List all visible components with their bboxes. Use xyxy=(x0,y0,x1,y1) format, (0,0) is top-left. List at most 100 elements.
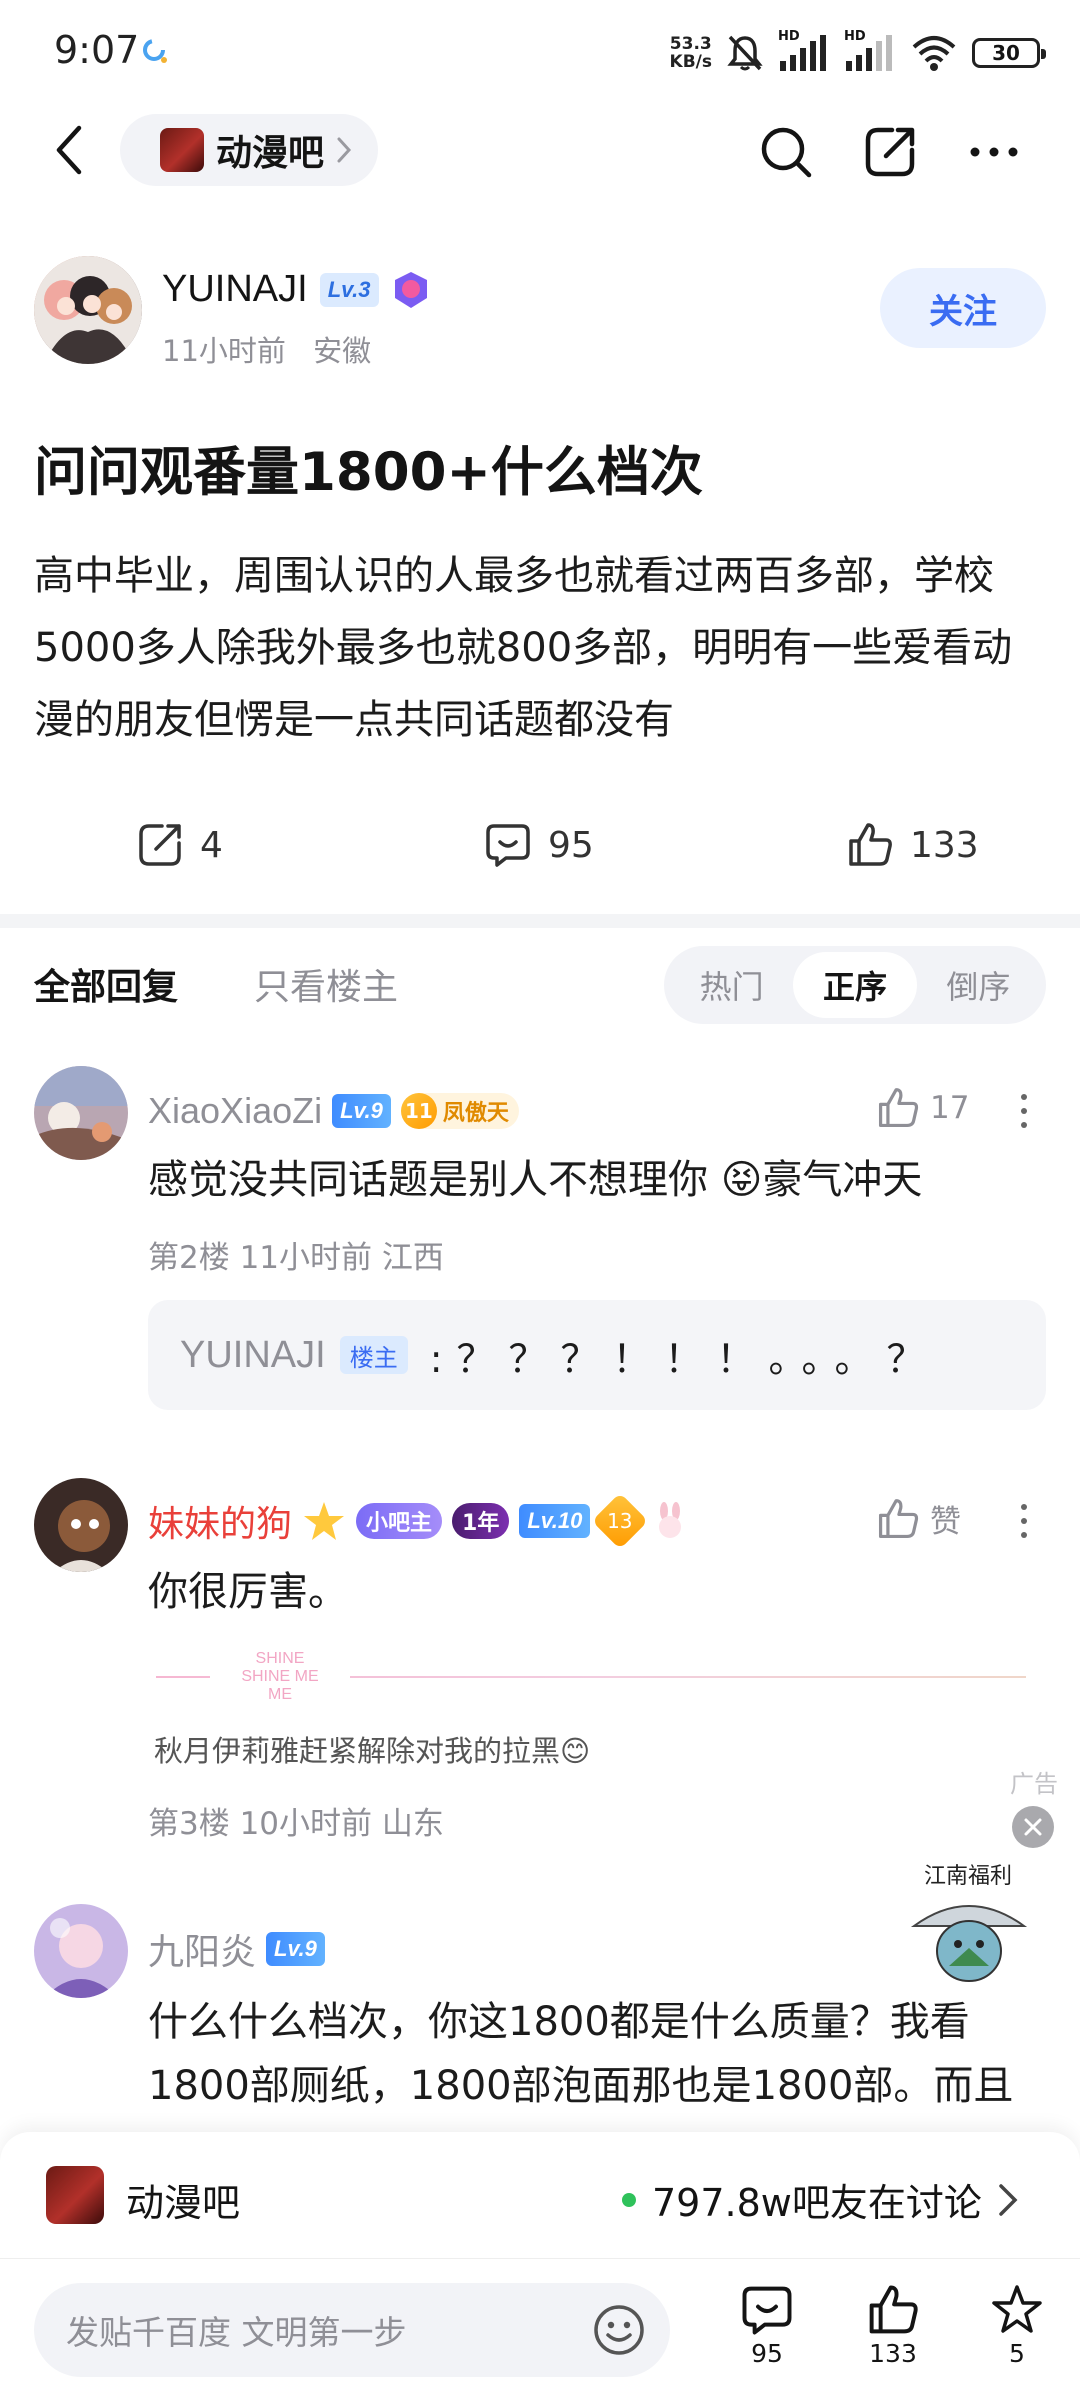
bottom-favorite-count: 5 xyxy=(1009,2339,1025,2368)
comment-input-placeholder: 发贴千百度 文明第一步 xyxy=(66,2313,407,2352)
year-badge: 1年 xyxy=(452,1503,510,1539)
reply-text: :？？？！！！。。。？ xyxy=(429,1336,939,1381)
online-dot-icon xyxy=(622,2192,636,2207)
star-icon xyxy=(304,1502,345,1540)
comment-meta: 第3楼 10小时前 山东 xyxy=(148,1806,444,1842)
mute-icon xyxy=(727,35,763,71)
commenter-name[interactable]: XiaoXiaoZi xyxy=(148,1090,322,1132)
share-button[interactable] xyxy=(860,122,920,182)
chevron-right-icon xyxy=(337,137,352,163)
fan-badge: 11 凤傲天 xyxy=(400,1093,519,1129)
ad-caption: 江南福利 xyxy=(924,1864,1013,1889)
avatar-image xyxy=(34,1066,128,1160)
author-row: YUINAJI Lv.3 xyxy=(162,268,431,311)
comment-more-button[interactable] xyxy=(1014,1496,1034,1546)
member-badge-icon xyxy=(394,271,427,308)
emoji-icon[interactable] xyxy=(592,2303,646,2357)
comment-avatar[interactable] xyxy=(34,1478,128,1572)
close-icon xyxy=(1024,1818,1042,1836)
author-name[interactable]: YUINAJI xyxy=(162,268,308,311)
post-actions: 4 95 133 xyxy=(0,810,1080,880)
comment-text: 什么什么档次，你这1800都是什么质量？我看 1800部厕纸，1800部泡面那也… xyxy=(148,1999,1014,2109)
ad-close-button[interactable] xyxy=(1012,1806,1054,1848)
tab-op-only[interactable]: 只看楼主 xyxy=(254,958,398,1010)
forum-bar[interactable]: 动漫吧 797.8w吧友在讨论 xyxy=(0,2132,1080,2258)
level-badge: Lv.9 xyxy=(266,1932,325,1966)
search-icon xyxy=(761,127,812,178)
battery-icon: 30 xyxy=(972,38,1046,68)
post-location: 安徽 xyxy=(313,334,372,368)
sub-reply[interactable]: YUINAJI 楼主 :？？？！！！。。。？ xyxy=(148,1300,1046,1410)
top-nav: 动漫吧 xyxy=(0,100,1080,200)
forum-avatar xyxy=(160,128,204,172)
comment-like-button[interactable]: 17 xyxy=(876,1086,969,1130)
comment-input[interactable]: 发贴千百度 文明第一步 xyxy=(34,2283,670,2377)
comment-like-label: 赞 xyxy=(930,1504,961,1540)
comment-text: 感觉没共同话题是别人不想理你 😝豪气冲天 xyxy=(148,1157,923,1203)
sort-toggle: 热门 正序 倒序 xyxy=(664,946,1046,1024)
op-tag: 楼主 xyxy=(339,1336,408,1374)
signature-text: 秋月伊莉雅赶紧解除对我的拉黑😊 xyxy=(154,1734,591,1768)
sort-descending[interactable]: 倒序 xyxy=(917,952,1040,1018)
share-icon xyxy=(865,127,915,177)
comment-header: XiaoXiaoZi Lv.9 11 凤傲天 xyxy=(148,1086,519,1136)
bottom-favorite-button[interactable]: 5 xyxy=(972,2283,1062,2368)
status-bar: 9:07 53.3 KB/s HD HD 30 xyxy=(0,0,1080,100)
share-icon xyxy=(139,824,181,866)
tab-all-replies[interactable]: 全部回复 xyxy=(34,958,178,1010)
online-count: 797.8w吧友在讨论 xyxy=(622,2172,1018,2227)
comment-meta: 第2楼 11小时前 江西 xyxy=(148,1240,444,1276)
star-icon xyxy=(992,2285,1042,2333)
bottom-comment-button[interactable]: 95 xyxy=(722,2283,812,2368)
share-count-button[interactable]: 4 xyxy=(136,810,223,880)
rabbit-icon xyxy=(659,1502,682,1538)
ad-banner[interactable]: 江南福利 xyxy=(894,1856,1044,1986)
sort-ascending[interactable]: 正序 xyxy=(793,952,917,1018)
wifi-icon xyxy=(912,36,956,71)
search-button[interactable] xyxy=(756,122,816,182)
level-badge: Lv.10 xyxy=(519,1504,591,1538)
comment-more-button[interactable] xyxy=(1014,1086,1034,1136)
follow-button[interactable]: 关注 xyxy=(880,268,1046,348)
signal-icon-2: HD xyxy=(844,29,896,73)
sort-hot[interactable]: 热门 xyxy=(670,952,793,1018)
bottom-like-button[interactable]: 133 xyxy=(848,2283,938,2368)
chevron-right-icon xyxy=(999,2183,1018,2216)
comment-like-button[interactable]: 赞 xyxy=(876,1496,961,1541)
comment-avatar[interactable] xyxy=(34,1904,128,1998)
like-count: 133 xyxy=(910,824,979,866)
forum-name: 动漫吧 xyxy=(216,133,325,174)
more-button[interactable] xyxy=(964,122,1024,182)
thumbs-up-icon xyxy=(878,1088,919,1128)
status-time: 9:07 xyxy=(54,28,140,72)
back-button[interactable] xyxy=(40,122,96,178)
author-avatar[interactable] xyxy=(34,256,142,364)
like-count-button[interactable]: 133 xyxy=(846,810,979,880)
comment-like-count: 17 xyxy=(930,1090,970,1126)
reply-author[interactable]: YUINAJI xyxy=(180,1334,326,1377)
bottom-comment-count: 95 xyxy=(751,2339,783,2368)
signal-icon: HD xyxy=(778,29,830,73)
commenter-name[interactable]: 九阳炎 xyxy=(148,1923,256,1975)
level-badge: Lv.3 xyxy=(319,272,379,307)
back-arrow-icon xyxy=(56,125,82,175)
author-meta: 11小时前 安徽 xyxy=(162,328,371,370)
commenter-name[interactable]: 妹妹的狗 xyxy=(148,1495,292,1547)
comment-icon xyxy=(742,2286,792,2335)
forum-name: 动漫吧 xyxy=(126,2181,241,2225)
comment-count-button[interactable]: 95 xyxy=(484,810,594,880)
avatar-image xyxy=(34,256,142,364)
avatar-image xyxy=(34,1904,128,1998)
thumbs-up-icon xyxy=(849,823,892,866)
net-speed: 53.3 KB/s xyxy=(669,34,712,72)
forum-avatar xyxy=(46,2166,104,2224)
bottom-like-count: 133 xyxy=(869,2339,917,2368)
assistant-icon xyxy=(143,39,167,63)
share-count: 4 xyxy=(200,824,223,866)
fan-level-badge: 13 xyxy=(592,1492,649,1550)
comment-text: 你很厉害。 xyxy=(148,1569,348,1615)
comment-avatar[interactable] xyxy=(34,1066,128,1160)
moderator-badge: 小吧主 xyxy=(356,1503,443,1539)
signature-art: SHINE SHINE ME ME xyxy=(210,1644,350,1710)
forum-entry-button[interactable]: 动漫吧 xyxy=(120,114,379,186)
